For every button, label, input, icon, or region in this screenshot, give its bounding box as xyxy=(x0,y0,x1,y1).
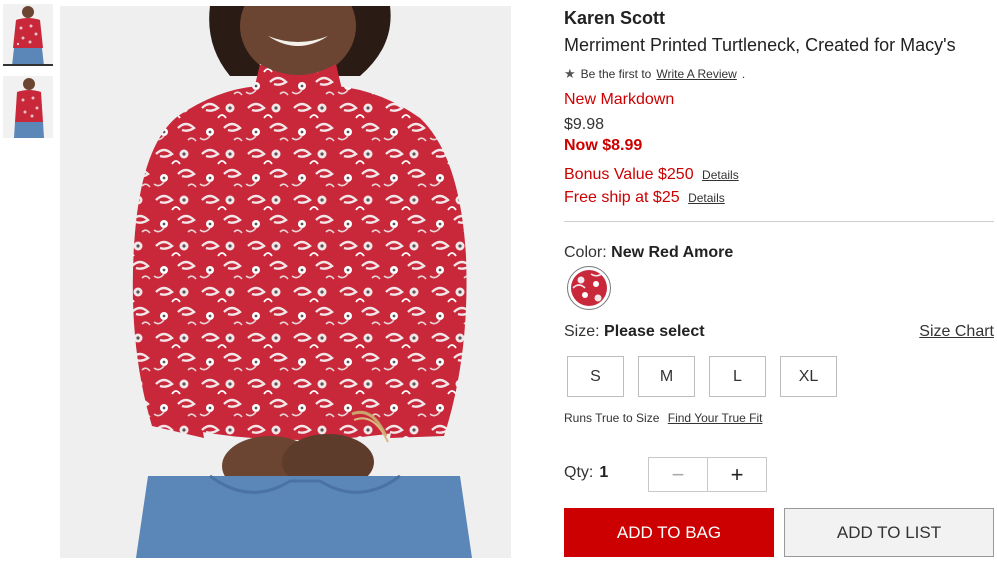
add-to-list-button[interactable]: ADD TO LIST xyxy=(784,508,994,557)
review-prefix: Be the first to xyxy=(580,67,652,81)
size-option-xl[interactable]: XL xyxy=(780,356,837,397)
thumbnail-alternate-image xyxy=(3,76,53,138)
quantity-label: Qty: xyxy=(564,464,594,481)
size-options: S M L XL xyxy=(567,356,837,397)
bonus-details-link[interactable]: Details xyxy=(702,168,739,182)
size-row: Size: Please select xyxy=(564,323,705,341)
free-ship-promo: Free ship at $25 Details xyxy=(564,189,725,207)
original-price: $9.98 xyxy=(564,116,605,133)
color-row: Color: New Red Amore xyxy=(564,244,733,262)
quantity-stepper: − + xyxy=(648,457,767,492)
add-to-bag-button[interactable]: ADD TO BAG xyxy=(564,508,774,557)
product-brand[interactable]: Karen Scott xyxy=(564,8,665,29)
swatch-image xyxy=(571,270,607,306)
quantity-label-row: Qty: 1 xyxy=(564,464,608,482)
free-ship-text: Free ship at $25 xyxy=(564,189,680,206)
size-label: Size: xyxy=(564,323,600,340)
color-swatch[interactable] xyxy=(567,266,611,310)
model-photo xyxy=(60,6,511,558)
size-prompt: Please select xyxy=(604,323,705,340)
size-chart-link[interactable]: Size Chart xyxy=(919,323,994,341)
thumbnail-front-image xyxy=(3,4,53,64)
thumbnail-alternate[interactable] xyxy=(3,76,53,138)
bonus-value-text: Bonus Value $250 xyxy=(564,166,694,183)
selected-color: New Red Amore xyxy=(611,244,734,261)
quantity-value: 1 xyxy=(599,464,609,481)
color-label: Color: xyxy=(564,244,607,261)
fit-info: Runs True to Size Find Your True Fit xyxy=(564,411,762,425)
thumbnail-front[interactable] xyxy=(3,4,53,66)
fit-text: Runs True to Size xyxy=(564,411,660,425)
bonus-value-promo: Bonus Value $250 Details xyxy=(564,166,739,184)
decrease-quantity-button[interactable]: − xyxy=(649,458,708,491)
swatch-pattern xyxy=(571,270,607,306)
size-option-m[interactable]: M xyxy=(638,356,695,397)
divider xyxy=(564,221,994,222)
product-main-image[interactable] xyxy=(60,6,511,558)
true-fit-link[interactable]: Find Your True Fit xyxy=(668,411,763,425)
write-review-link[interactable]: Write A Review xyxy=(656,67,736,81)
thumbnail-list xyxy=(3,4,53,148)
size-option-s[interactable]: S xyxy=(567,356,624,397)
review-suffix: . xyxy=(741,67,746,81)
increase-quantity-button[interactable]: + xyxy=(708,458,766,491)
free-ship-details-link[interactable]: Details xyxy=(688,191,725,205)
sale-price: Now $8.99 xyxy=(564,137,643,154)
review-prompt: ★ Be the first to Write A Review. xyxy=(564,66,745,82)
size-option-l[interactable]: L xyxy=(709,356,766,397)
markdown-label: New Markdown xyxy=(564,91,675,108)
star-icon: ★ xyxy=(564,66,576,81)
product-title: Merriment Printed Turtleneck, Created fo… xyxy=(564,35,956,55)
